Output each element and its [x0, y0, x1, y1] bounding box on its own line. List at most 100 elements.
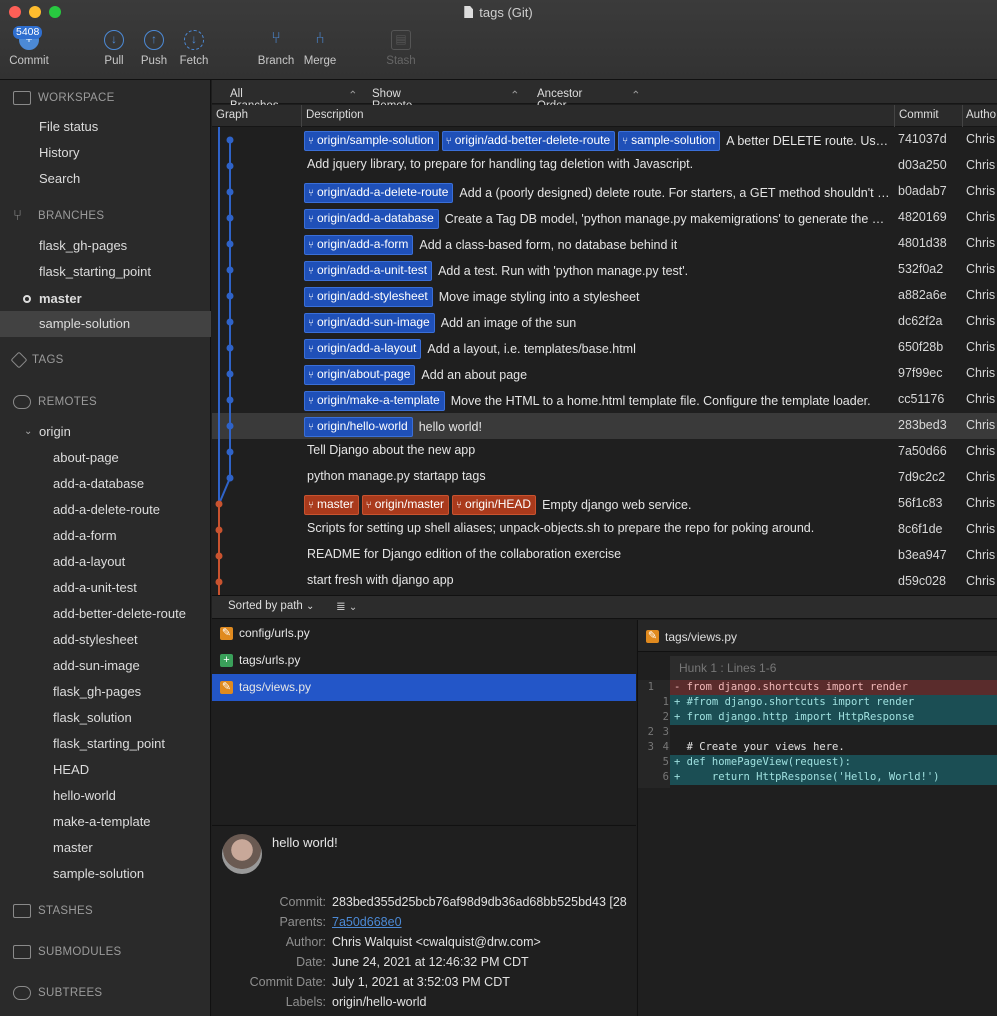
sidebar-branch-flask-gh-pages[interactable]: flask_gh-pages	[0, 233, 211, 259]
sidebar-item-search[interactable]: Search	[0, 166, 211, 192]
commit-node[interactable]	[226, 240, 234, 248]
commit-node[interactable]	[226, 214, 234, 222]
sidebar-item-history[interactable]: History	[0, 140, 211, 166]
branch-label[interactable]: ⑂ origin/add-stylesheet	[304, 287, 433, 307]
branch-label[interactable]: ⑂ origin/add-a-unit-test	[304, 261, 433, 281]
commit-row[interactable]: ⑂ origin/add-sun-image Add an image of the…	[212, 309, 997, 335]
sidebar-item-file-status[interactable]: File status	[0, 114, 211, 140]
commit-node[interactable]	[226, 188, 234, 196]
commit-node[interactable]	[215, 500, 223, 508]
commit-row[interactable]: ⑂ origin/add-a-form Add a class-based form…	[212, 231, 997, 257]
commit-column-header[interactable]: Commit	[899, 109, 939, 121]
commit-row[interactable]: ⑂ origin/sample-solution ⑂ origin/add-bette…	[212, 127, 997, 153]
sidebar-remote-branch[interactable]: flask_starting_point	[0, 731, 211, 757]
stashes-section-header[interactable]: STASHES	[13, 904, 93, 918]
sidebar-remote-branch[interactable]: sample-solution	[0, 861, 211, 887]
commit-row[interactable]: ⑂ origin/add-stylesheet Move image styling…	[212, 283, 997, 309]
subtrees-section-header[interactable]: SUBTREES	[13, 986, 102, 1000]
changed-file-row[interactable]: ✎ tags/views.py	[212, 674, 636, 701]
commit-row[interactable]: Scripts for setting up shell aliases; un…	[212, 517, 997, 543]
merge-button[interactable]: ⑃ Merge	[301, 30, 339, 67]
commit-node[interactable]	[226, 396, 234, 404]
branch-button[interactable]: ⑂ Branch	[256, 30, 296, 67]
commit-row[interactable]: ⑂ origin/add-a-delete-route Add a (poorly …	[212, 179, 997, 205]
sidebar-remote-branch[interactable]: add-a-database	[0, 471, 211, 497]
commit-node[interactable]	[215, 526, 223, 534]
branch-label[interactable]: ⑂ sample-solution	[618, 131, 721, 151]
diff-line[interactable]: 5 + def homePageView(request):	[638, 755, 997, 770]
branch-label[interactable]: ⑂ origin/about-page	[304, 365, 416, 385]
diff-line[interactable]: 34 # Create your views here.	[638, 740, 997, 755]
branch-label[interactable]: ⑂ origin/add-a-form	[304, 235, 414, 255]
hunk-header[interactable]: Hunk 1 : Lines 1-6	[670, 656, 997, 680]
commit-row[interactable]: ⑂ origin/add-a-unit-test Add a test. Run w…	[212, 257, 997, 283]
commit-node[interactable]	[226, 448, 234, 456]
commit-node[interactable]	[226, 162, 234, 170]
branch-label[interactable]: ⑂ origin/HEAD	[452, 495, 537, 515]
graph-column-header[interactable]: Graph	[216, 109, 248, 121]
diff-line[interactable]: 2 + from django.http import HttpResponse	[638, 710, 997, 725]
sidebar-remote-branch[interactable]: add-a-form	[0, 523, 211, 549]
branch-label[interactable]: ⑂ master	[304, 495, 359, 515]
workspace-section-header[interactable]: WORKSPACE	[13, 91, 115, 105]
commit-row[interactable]: python manage.py startapp tags 7d9c2c2 Chr…	[212, 465, 997, 491]
sidebar-remote-branch[interactable]: hello-world	[0, 783, 211, 809]
sidebar-remote-branch[interactable]: make-a-template	[0, 809, 211, 835]
tags-section-header[interactable]: TAGS	[10, 351, 64, 369]
commit-row[interactable]: Tell Django about the new app 7a50d66 Chri…	[212, 439, 997, 465]
branch-label[interactable]: ⑂ origin/add-better-delete-route	[441, 131, 616, 151]
submodules-section-header[interactable]: SUBMODULES	[13, 945, 122, 959]
list-view-options-icon[interactable]: ≣ ⌄	[336, 599, 357, 613]
diff-line[interactable]: 1 + #from django.shortcuts import render	[638, 695, 997, 710]
branch-label[interactable]: ⑂ origin/add-a-delete-route	[304, 183, 454, 203]
fetch-button[interactable]: ↓ Fetch	[177, 30, 211, 67]
branch-label[interactable]: ⑂ origin/add-a-layout	[304, 339, 422, 359]
remotes-section-header[interactable]: REMOTES	[13, 395, 97, 409]
sidebar-branch-master[interactable]: master	[0, 286, 211, 312]
branch-label[interactable]: ⑂ origin/hello-world	[304, 417, 413, 437]
sidebar-remote-branch[interactable]: add-a-layout	[0, 549, 211, 575]
branch-label[interactable]: ⑂ origin/master	[361, 495, 450, 515]
commit-row[interactable]: README for Django edition of the collabo…	[212, 543, 997, 569]
commit-node[interactable]	[226, 266, 234, 274]
commit-row[interactable]: ⑂ origin/make-a-template Move the HTML to …	[212, 387, 997, 413]
sidebar-remote-branch[interactable]: add-sun-image	[0, 653, 211, 679]
sidebar-branch-sample-solution[interactable]: sample-solution	[0, 311, 211, 337]
sidebar-remote-branch[interactable]: HEAD	[0, 757, 211, 783]
diff-line[interactable]: 6 + return HttpResponse('Hello, World!')	[638, 770, 997, 785]
commit-row[interactable]: ⑂ origin/about-page Add an about page 97f99…	[212, 361, 997, 387]
commit-node[interactable]	[226, 318, 234, 326]
diff-line[interactable]: 23	[638, 725, 997, 740]
commit-row[interactable]: Add jquery library, to prepare for handl…	[212, 153, 997, 179]
commit-node[interactable]	[226, 136, 234, 144]
commit-node[interactable]	[226, 422, 234, 430]
parent-commit-link[interactable]: 7a50d668e0	[332, 915, 402, 929]
sidebar-remote-branch[interactable]: flask_gh-pages	[0, 679, 211, 705]
commit-node[interactable]	[226, 474, 234, 482]
changed-file-row[interactable]: ✎ config/urls.py	[212, 620, 636, 647]
branch-label[interactable]: ⑂ origin/make-a-template	[304, 391, 445, 411]
changed-file-row[interactable]: + tags/urls.py	[212, 647, 636, 674]
sidebar-remote-branch[interactable]: add-a-unit-test	[0, 575, 211, 601]
author-column-header[interactable]: Autho	[966, 109, 996, 121]
sidebar-remote-branch[interactable]: add-a-delete-route	[0, 497, 211, 523]
sidebar-remote-branch[interactable]: about-page	[0, 445, 211, 471]
branch-label[interactable]: ⑂ origin/add-a-database	[304, 209, 439, 229]
pull-button[interactable]: ↓ Pull	[100, 30, 128, 67]
sidebar-remote-origin[interactable]: ⌄ origin	[0, 419, 211, 445]
commit-node[interactable]	[215, 552, 223, 560]
sort-dropdown[interactable]: Sorted by path ⌄	[228, 600, 314, 612]
commit-row[interactable]: ⑂ origin/add-a-layout Add a layout, i.e. t…	[212, 335, 997, 361]
description-column-header[interactable]: Description	[306, 109, 364, 121]
sidebar-remote-branch[interactable]: add-stylesheet	[0, 627, 211, 653]
commit-node[interactable]	[215, 578, 223, 586]
sidebar-remote-branch[interactable]: add-better-delete-route	[0, 601, 211, 627]
push-button[interactable]: ↑ Push	[139, 30, 169, 67]
diff-line[interactable]: 1- from django.shortcuts import render	[638, 680, 997, 695]
commit-row[interactable]: ⑂ master ⑂ origin/master ⑂ origin/HEAD Empty d…	[212, 491, 997, 517]
commit-row[interactable]: start fresh with django app d59c028 Chris	[212, 569, 997, 595]
sidebar-branch-flask-starting-point[interactable]: flask_starting_point	[0, 259, 211, 285]
branch-label[interactable]: ⑂ origin/sample-solution	[304, 131, 439, 151]
sidebar-remote-branch[interactable]: master	[0, 835, 211, 861]
branches-section-header[interactable]: ⑂ BRANCHES	[13, 208, 104, 223]
